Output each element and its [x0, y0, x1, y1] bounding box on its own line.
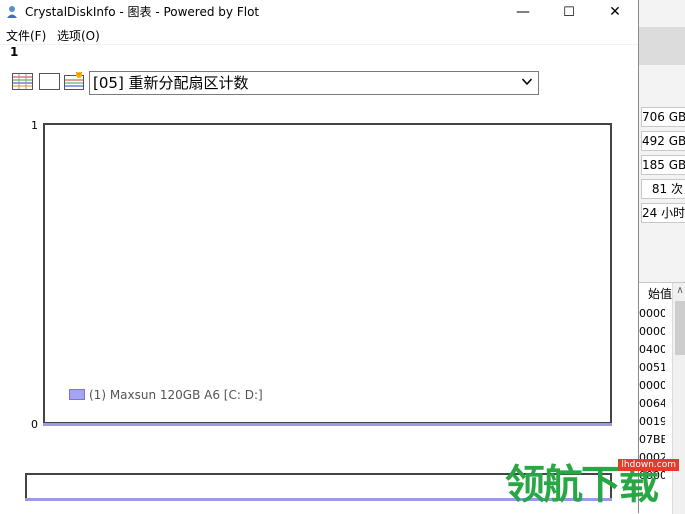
bg-table-cell: 0000 — [639, 325, 665, 338]
attribute-select[interactable]: [05] 重新分配扇区计数 — [89, 71, 539, 95]
legend-swatch — [69, 389, 85, 400]
bg-table-cell: 07BB — [639, 433, 665, 446]
drive-label: 1 — [10, 45, 19, 59]
menu-file[interactable]: 文件(F) — [6, 27, 46, 44]
bg-table-cell: 0400 — [639, 343, 665, 356]
crystaldiskinfo-app-icon — [7, 6, 17, 18]
bg-table-header: 始值 — [647, 287, 672, 301]
plot-area[interactable]: (1) Maxsun 120GB A6 [C: D:] — [43, 123, 612, 424]
bg-value-5: 24 小时 — [641, 203, 685, 223]
scroll-thumb[interactable] — [675, 301, 685, 355]
bg-table-cell: 0051 — [639, 361, 665, 374]
series-line — [43, 423, 612, 426]
scroll-up-icon[interactable]: ∧ — [674, 285, 685, 296]
watermark-logo: 领航下载 lhdown.com — [503, 457, 685, 513]
minimize-button[interactable]: — — [500, 0, 546, 25]
blank-icon[interactable] — [39, 72, 60, 91]
attribute-select-value: [05] 重新分配扇区计数 — [93, 74, 249, 92]
bg-value-2: 492 GB — [641, 131, 685, 151]
background-band — [639, 27, 685, 65]
chart-area: 1 0 (1) Maxsun 120GB A6 [C: D:] — [0, 110, 638, 440]
menu-bar: 文件(F) 选项(O) — [0, 25, 638, 45]
menu-options[interactable]: 选项(O) — [57, 27, 100, 44]
chart-lines-icon[interactable] — [12, 72, 33, 91]
chevron-down-icon[interactable] — [522, 78, 532, 86]
graph-window: CrystalDiskInfo - 图表 - Powered by Flot —… — [0, 0, 639, 513]
bg-table-cell: 0019 — [639, 415, 665, 428]
bg-value-3: 185 GB — [641, 155, 685, 175]
close-button[interactable]: ✕ — [592, 0, 638, 25]
watermark-url: lhdown.com — [618, 459, 679, 471]
bg-value-4: 81 次 — [641, 179, 685, 199]
title-bar[interactable]: CrystalDiskInfo - 图表 - Powered by Flot —… — [0, 0, 638, 25]
bg-table-cell: 0000 — [639, 307, 665, 320]
window-title: CrystalDiskInfo - 图表 - Powered by Flot — [25, 5, 260, 19]
y-tick-label: 1 — [31, 119, 38, 132]
legend-series-label: (1) Maxsun 120GB A6 [C: D:] — [89, 388, 263, 402]
bg-table-cell: 0000 — [639, 379, 665, 392]
bg-value-1: 706 GB — [641, 107, 685, 127]
chart-image-icon[interactable] — [64, 72, 85, 91]
maximize-button[interactable]: ☐ — [546, 0, 592, 25]
y-tick-label: 0 — [31, 418, 38, 431]
bg-table-cell: 0064 — [639, 397, 665, 410]
background-window: 706 GB 492 GB 185 GB 81 次 24 小时 始值 0000 … — [638, 0, 685, 514]
